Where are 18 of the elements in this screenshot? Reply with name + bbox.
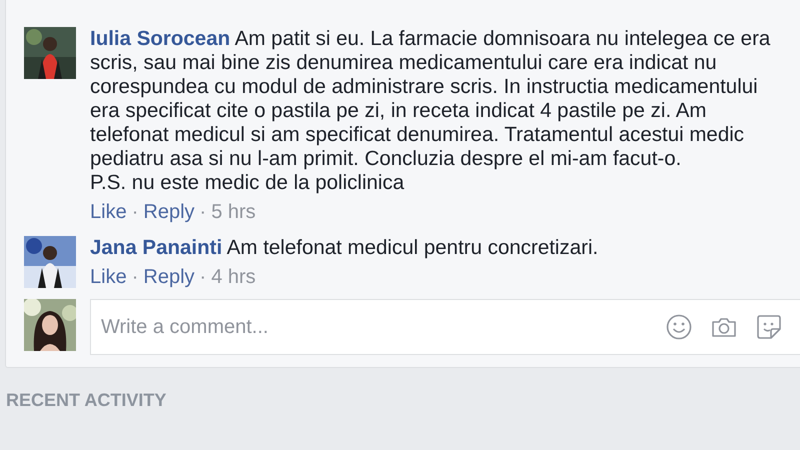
comment-text: Iulia Sorocean Am patit si eu. La farmacie domnisoara nu intelegea ce era scris, sau mai bine zis denumirea medicamentului care era indicat nu corespundea cu modul de administrare scris. In instructia medicamentului era specificat cite o pastila pe zi, in receta indicat 4 pastile pe zi. Am telefonat medicul si am specificat denumirea. Tratamentul acestui medic pediatru asa si nu l-am primit. Concluzia despre el mi-am facut-o. P.S. nu este medic de la policlinica (90, 27, 772, 195)
comment-text: Jana Panainti Am telefonat medicul pentru concretizari. (90, 236, 600, 260)
separator-dot: · (200, 200, 206, 224)
comment-input[interactable]: Write a comment... (90, 299, 800, 355)
comment-time: 5 hrs (211, 200, 256, 224)
author-link[interactable]: Jana Panainti (90, 236, 222, 259)
separator-dot: · (200, 265, 206, 289)
comment-time: 4 hrs (211, 265, 256, 289)
comment-action-link[interactable]: Reply (143, 265, 195, 289)
section-heading: RECENT ACTIVITY (6, 390, 168, 411)
smiley-icon[interactable] (666, 314, 692, 340)
author-link[interactable]: Iulia Sorocean (90, 27, 230, 50)
comment-action-link[interactable]: Like (90, 200, 127, 224)
comment-action-link[interactable]: Like (90, 265, 127, 289)
separator-dot: · (132, 200, 138, 224)
sticker-icon[interactable] (756, 314, 782, 340)
comment-action-link[interactable]: Reply (143, 200, 195, 224)
separator-dot: · (132, 265, 138, 289)
